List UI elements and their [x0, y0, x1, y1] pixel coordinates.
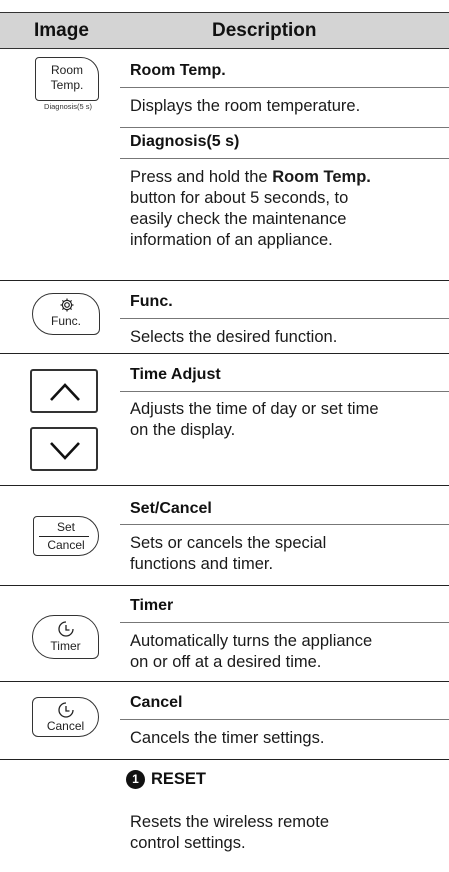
- desc-text: information of an appliance.: [130, 231, 333, 249]
- time-up-button[interactable]: [30, 369, 98, 413]
- desc-text: Sets or cancels the special: [130, 534, 327, 552]
- cancel-button[interactable]: Cancel: [32, 697, 99, 737]
- clock-icon: [58, 621, 74, 637]
- chevron-down-icon: [50, 442, 80, 460]
- row-divider: [120, 127, 449, 128]
- row-desc-timer: Automatically turns the appliance on or …: [130, 631, 372, 673]
- row-divider: [120, 622, 449, 623]
- row-title-time-adjust: Time Adjust: [130, 366, 221, 383]
- room-temp-button-label-top: Room: [50, 63, 83, 77]
- row-title-cancel: Cancel: [130, 694, 183, 711]
- desc-text: button for about 5 seconds, to: [130, 189, 349, 207]
- gear-icon: [60, 298, 74, 312]
- row-divider: [120, 391, 449, 392]
- row-divider: [120, 719, 449, 720]
- row-title-func: Func.: [130, 293, 173, 310]
- clock-icon: [58, 702, 74, 718]
- row-title-diagnosis: Diagnosis(5 s): [130, 133, 240, 150]
- timer-button-label: Timer: [50, 639, 81, 653]
- cancel-button-label: Cancel: [46, 719, 85, 733]
- set-cancel-button-top: Set: [56, 520, 75, 534]
- func-button-label: Func.: [50, 314, 81, 328]
- row-desc-room-temp: Displays the room temperature.: [130, 97, 361, 115]
- row-separator: [0, 759, 449, 760]
- time-down-button[interactable]: [30, 427, 98, 471]
- row-desc-cancel: Cancels the timer settings.: [130, 729, 325, 747]
- row-desc-reset: Resets the wireless remote control setti…: [130, 812, 329, 854]
- diagnosis-sublabel: Diagnosis(5 s): [44, 102, 92, 111]
- row-separator: [0, 485, 449, 486]
- row-divider: [120, 158, 449, 159]
- row-title-room-temp: Room Temp.: [130, 62, 226, 79]
- timer-button[interactable]: Timer: [32, 615, 99, 659]
- desc-text: Resets the wireless remote: [130, 813, 329, 831]
- row-separator: [0, 280, 449, 281]
- row-title-timer: Timer: [130, 597, 174, 614]
- desc-text: on the display.: [130, 421, 236, 439]
- room-temp-button[interactable]: Room Temp.: [35, 57, 99, 101]
- table-header: Image Description: [0, 12, 449, 49]
- row-desc-set-cancel: Sets or cancels the special functions an…: [130, 533, 326, 575]
- func-button[interactable]: Func.: [32, 293, 100, 335]
- desc-text: Adjusts the time of day or set time: [130, 400, 379, 418]
- desc-bold-text: Room Temp.: [272, 168, 371, 186]
- divider-line: [39, 536, 89, 537]
- column-header-image: Image: [34, 20, 89, 41]
- desc-text: easily check the maintenance: [130, 210, 347, 228]
- desc-text: functions and timer.: [130, 555, 274, 573]
- chevron-up-icon: [50, 383, 80, 401]
- desc-text: control settings.: [130, 834, 246, 852]
- row-divider: [120, 318, 449, 319]
- row-divider: [120, 524, 449, 525]
- desc-text: on or off at a desired time.: [130, 653, 322, 671]
- row-title-reset: 1 RESET: [126, 770, 206, 789]
- set-cancel-button[interactable]: Set Cancel: [33, 516, 99, 556]
- desc-text: Automatically turns the appliance: [130, 632, 373, 650]
- row-divider: [120, 87, 449, 88]
- row-desc-func: Selects the desired function.: [130, 328, 338, 346]
- room-temp-button-label-bottom: Temp.: [50, 78, 84, 92]
- row-separator: [0, 681, 449, 682]
- row-separator: [0, 353, 449, 354]
- row-desc-diagnosis: Press and hold the Room Temp. button for…: [130, 167, 445, 251]
- reset-title-text: RESET: [151, 770, 207, 788]
- step-number-badge: 1: [126, 770, 145, 789]
- row-desc-time-adjust: Adjusts the time of day or set time on t…: [130, 399, 449, 441]
- desc-text: Press and hold the: [130, 168, 268, 186]
- set-cancel-button-bottom: Cancel: [47, 538, 85, 552]
- column-header-description: Description: [212, 20, 317, 41]
- row-title-set-cancel: Set/Cancel: [130, 500, 212, 517]
- row-separator: [0, 585, 449, 586]
